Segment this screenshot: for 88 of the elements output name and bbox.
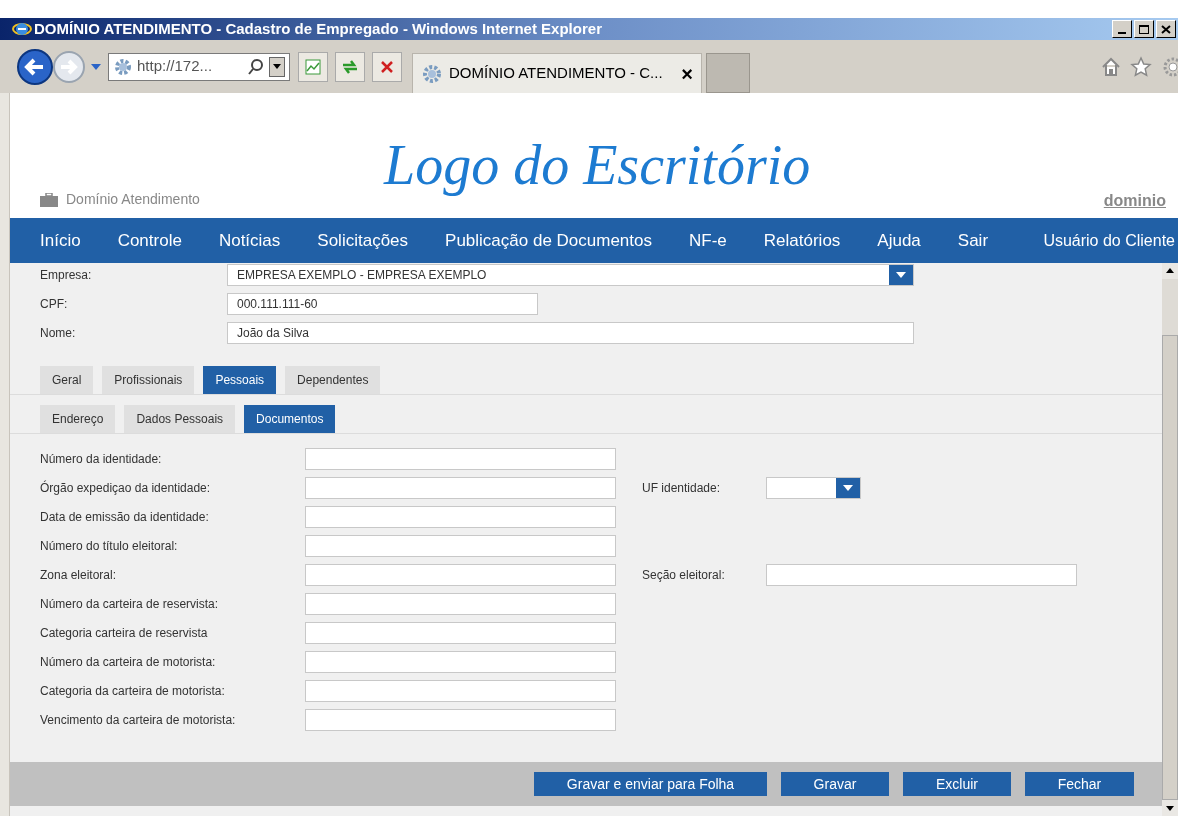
input-field[interactable]: João da Silva — [227, 322, 914, 344]
tab[interactable]: Dados Pessoais — [124, 405, 236, 433]
chart-page-icon — [304, 57, 322, 76]
nav-link[interactable]: NF-e — [689, 227, 727, 254]
field-label: CPF: — [40, 296, 69, 313]
input-field[interactable] — [305, 477, 616, 499]
nav-link[interactable]: Solicitações — [317, 227, 409, 254]
browser-logo-icon — [12, 20, 32, 38]
field-label: Categoria carteira de reservista — [40, 625, 209, 642]
input-field[interactable] — [305, 506, 616, 528]
select-value: EMPRESA EXEMPLO - EMPRESA EXEMPLO — [236, 267, 488, 284]
field-label: Empresa: — [40, 267, 93, 284]
gear-icon — [421, 62, 443, 85]
caret-icon — [843, 485, 853, 491]
app-name: Domínio Atendimento — [66, 190, 200, 209]
back-button[interactable] — [16, 47, 54, 86]
action-button[interactable]: Excluir — [903, 772, 1011, 796]
nav-link[interactable]: Controle — [117, 227, 182, 254]
tab-title: DOMÍNIO ATENDIMENTO - C... — [449, 63, 663, 84]
field-label: UF identidade: — [642, 480, 722, 497]
nav-link[interactable]: Publicação de Documentos — [445, 227, 652, 254]
action-button[interactable]: Gravar e enviar para Folha — [534, 772, 767, 796]
browser-tab[interactable]: DOMÍNIO ATENDIMENTO - C... × — [412, 53, 702, 93]
close-icon — [380, 59, 394, 74]
input-field[interactable] — [305, 680, 616, 702]
tab[interactable]: Endereço — [40, 405, 116, 433]
select-field[interactable] — [766, 477, 861, 499]
tab[interactable]: Profissionais — [102, 366, 195, 394]
input-field[interactable] — [305, 651, 616, 673]
compatibility-button[interactable] — [298, 51, 328, 82]
scrollbar-thumb[interactable] — [1162, 335, 1178, 800]
field-label: Zona eleitoral: — [40, 567, 118, 584]
input-field[interactable]: 000.111.111-60 — [227, 293, 538, 315]
input-field[interactable] — [305, 622, 616, 644]
caret-icon[interactable] — [90, 62, 102, 71]
tab[interactable]: Geral — [40, 366, 94, 394]
close-button[interactable] — [1156, 20, 1176, 38]
gear-icon — [113, 56, 133, 77]
input-field[interactable] — [305, 448, 616, 470]
tab[interactable]: Dependentes — [285, 366, 381, 394]
nav-link[interactable]: Sair — [957, 227, 989, 254]
window-title: DOMÍNIO ATENDIMENTO - Cadastro de Empregado - Windows Internet Explorer — [34, 18, 602, 39]
dropdown-button[interactable] — [269, 56, 285, 77]
tab[interactable]: Pessoais — [203, 366, 277, 394]
star-icon[interactable] — [1130, 55, 1152, 78]
field-label: Número da carteira de reservista: — [40, 596, 220, 613]
nav-link[interactable]: Notícias — [218, 227, 281, 254]
field-label: Número da carteira de motorista: — [40, 654, 217, 671]
stop-button[interactable] — [372, 51, 402, 82]
input-field[interactable] — [305, 564, 616, 586]
nav-link[interactable]: Início — [40, 227, 81, 254]
address-field[interactable]: http://172... — [108, 52, 290, 81]
nav-link[interactable]: Ajuda — [877, 227, 921, 254]
input-field[interactable] — [305, 535, 616, 557]
home-icon[interactable] — [1100, 55, 1122, 78]
dropdown-button[interactable] — [836, 478, 860, 498]
new-tab-button[interactable] — [706, 53, 750, 93]
search-icon[interactable] — [247, 57, 265, 76]
field-label: Categoria da carteira de motorista: — [40, 683, 226, 700]
field-label: Órgão expediçao da identidade: — [40, 479, 212, 497]
tab-close-button[interactable]: × — [681, 58, 693, 89]
close-icon — [1161, 24, 1171, 34]
action-button[interactable]: Fechar — [1025, 772, 1134, 796]
field-label: Vencimento da carteira de motorista: — [40, 712, 237, 729]
dropdown-button[interactable] — [889, 265, 913, 285]
field-label: Data de emissão da identidade: — [40, 509, 210, 526]
office-logo: Logo do Escritório — [384, 133, 811, 198]
briefcase-icon — [40, 192, 58, 207]
user-menu[interactable]: Usuário do Cliente — [1043, 228, 1178, 253]
field-label: Número do título eleitoral: — [40, 538, 179, 555]
tab[interactable]: Documentos — [244, 405, 336, 433]
scrollbar[interactable] — [1162, 263, 1178, 816]
field-label: Nome: — [40, 325, 77, 342]
select-field[interactable]: EMPRESA EXEMPLO - EMPRESA EXEMPLO — [227, 264, 914, 286]
brand-logo: dominio — [1103, 191, 1166, 211]
field-label: Seção eleitoral: — [642, 567, 726, 584]
action-button[interactable]: Gravar — [781, 772, 889, 796]
maximize-button[interactable] — [1134, 20, 1154, 38]
nav-link[interactable]: Relatórios — [763, 227, 841, 254]
input-field[interactable] — [766, 564, 1077, 586]
input-field[interactable] — [305, 593, 616, 615]
input-field[interactable] — [305, 709, 616, 731]
caret-icon — [896, 272, 906, 278]
address-text: http://172... — [137, 56, 213, 77]
minimize-button[interactable] — [1112, 20, 1132, 38]
refresh-button[interactable] — [335, 51, 365, 82]
field-label: Número da identidade: — [40, 451, 163, 468]
caret-icon — [273, 64, 281, 69]
